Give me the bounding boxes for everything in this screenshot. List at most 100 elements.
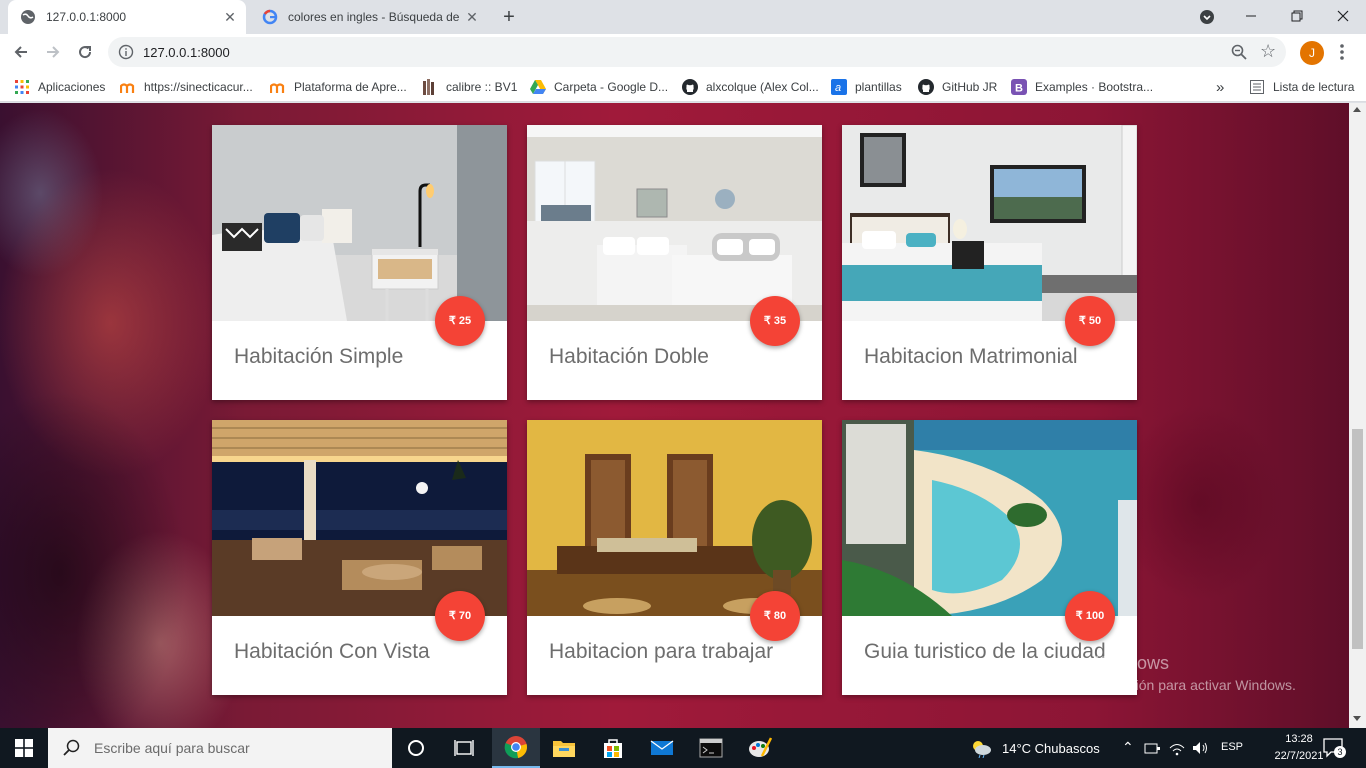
reading-list-button[interactable]: Lista de lectura: [1249, 76, 1354, 98]
back-icon[interactable]: [8, 39, 34, 65]
room-card[interactable]: ₹ 25 Habitación Simple: [212, 125, 507, 400]
weather-cloud-icon[interactable]: [970, 738, 992, 759]
room-title[interactable]: Habitación Doble: [549, 345, 709, 369]
forward-icon[interactable]: [40, 39, 66, 65]
tab-strip: 127.0.0.1:8000 ✕ colores en ingles - Bús…: [0, 0, 1366, 34]
bookmark-bootstrap[interactable]: B Examples · Bootstra...: [1011, 76, 1153, 98]
wifi-icon[interactable]: [1168, 740, 1186, 756]
bookmark-apps[interactable]: Aplicaciones: [14, 76, 105, 98]
terminal-icon[interactable]: [687, 728, 735, 768]
profile-avatar[interactable]: J: [1300, 41, 1324, 65]
reload-icon[interactable]: [72, 39, 98, 65]
room-card[interactable]: ₹ 80 Habitacion para trabajar: [527, 420, 822, 695]
bookmark-label: calibre :: BV1: [446, 80, 518, 94]
mail-icon[interactable]: [638, 728, 686, 768]
bootstrap-icon: B: [1011, 79, 1027, 95]
vertical-scrollbar[interactable]: [1349, 103, 1366, 728]
bookmark-label: alxcolque (Alex Col...: [706, 80, 819, 94]
price-badge: ₹ 70: [435, 591, 485, 641]
room-card[interactable]: ₹ 35 Habitación Doble: [527, 125, 822, 400]
svg-text:a: a: [835, 82, 841, 94]
scroll-up-arrow-icon[interactable]: [1353, 107, 1361, 112]
room-title[interactable]: Habitacion Matrimonial: [864, 345, 1078, 369]
room-card[interactable]: ₹ 50 Habitacion Matrimonial: [842, 125, 1137, 400]
taskbar-search-box[interactable]: Escribe aquí para buscar: [48, 728, 392, 768]
tab-google-search[interactable]: colores en ingles - Búsqueda de Google ✕: [250, 0, 488, 34]
minimize-icon[interactable]: [1228, 0, 1274, 32]
tab-title: 127.0.0.1:8000: [46, 10, 127, 24]
url-text: 127.0.0.1:8000: [143, 45, 230, 60]
search-placeholder: Escribe aquí para buscar: [94, 740, 250, 756]
paint-icon[interactable]: [736, 728, 784, 768]
bookmark-google-drive[interactable]: Carpeta - Google D...: [530, 76, 668, 98]
google-drive-icon: [530, 79, 546, 95]
bookmark-calibre[interactable]: calibre :: BV1: [422, 76, 517, 98]
github-icon: [682, 79, 698, 95]
tab-title: colores en ingles - Búsqueda de Google: [288, 10, 462, 24]
reading-list-icon: [1249, 79, 1265, 95]
room-photo-double: [527, 125, 822, 321]
bookmark-label: Carpeta - Google D...: [554, 80, 669, 94]
new-tab-button[interactable]: +: [496, 5, 522, 29]
room-title[interactable]: Habitación Con Vista: [234, 640, 430, 664]
room-photo-work: [527, 420, 822, 616]
system-clock[interactable]: 13:28 22/7/2021: [1270, 731, 1328, 765]
close-tab-icon[interactable]: ✕: [220, 7, 240, 27]
windows-taskbar: Escribe aquí para buscar 14°C Chubascos …: [0, 728, 1366, 768]
tray-chevron-up-icon[interactable]: ⌃: [1122, 739, 1134, 756]
price-badge: ₹ 80: [750, 591, 800, 641]
menu-kebab-icon[interactable]: [1334, 42, 1350, 62]
globe-icon: [20, 9, 36, 25]
scrollbar-thumb[interactable]: [1352, 429, 1363, 649]
reading-list-label: Lista de lectura: [1273, 80, 1355, 94]
chrome-icon[interactable]: [492, 728, 540, 768]
room-card[interactable]: ₹ 70 Habitación Con Vista: [212, 420, 507, 695]
github-icon: [918, 79, 934, 95]
close-tab-icon[interactable]: ✕: [462, 7, 482, 27]
tab-localhost[interactable]: 127.0.0.1:8000 ✕: [8, 0, 246, 34]
scroll-down-arrow-icon[interactable]: [1353, 716, 1361, 721]
store-icon[interactable]: [589, 728, 637, 768]
bookmark-alxcolque[interactable]: alxcolque (Alex Col...: [682, 76, 819, 98]
cortana-icon[interactable]: [392, 728, 440, 768]
bookmark-sinecticacur[interactable]: https://sinecticacur...: [120, 76, 253, 98]
zoom-icon[interactable]: [1230, 43, 1248, 61]
weather-text[interactable]: 14°C Chubascos: [1002, 741, 1100, 756]
clock-time: 13:28: [1285, 733, 1313, 745]
price-badge: ₹ 25: [435, 296, 485, 346]
restore-icon[interactable]: [1274, 0, 1320, 32]
clock-date: 22/7/2021: [1274, 750, 1324, 762]
google-icon: [262, 9, 278, 25]
network-icon[interactable]: [1144, 740, 1162, 756]
task-view-icon[interactable]: [440, 728, 488, 768]
room-title[interactable]: Habitación Simple: [234, 345, 403, 369]
room-title[interactable]: Habitacion para trabajar: [549, 640, 773, 664]
volume-icon[interactable]: [1192, 740, 1210, 756]
books-icon: [422, 79, 438, 95]
bookmarks-bar: Aplicaciones https://sinecticacur... Pla…: [0, 71, 1366, 102]
start-button[interactable]: [0, 728, 48, 768]
activation-watermark-subtitle: Ve a Configuración para activar Windows.: [1036, 677, 1296, 693]
page-viewport: ₹ 25 Habitación Simple ₹ 35 Habitación D…: [0, 103, 1366, 728]
bookmarks-overflow-button[interactable]: »: [1216, 76, 1224, 98]
bookmark-github-jr[interactable]: GitHub JR: [918, 76, 997, 98]
activation-watermark-title: Activar Windows: [1036, 653, 1170, 673]
bookmark-label: Plataforma de Apre...: [294, 80, 407, 94]
language-indicator[interactable]: ESP: [1221, 741, 1243, 753]
file-explorer-icon[interactable]: [540, 728, 588, 768]
bookmark-label: Aplicaciones: [38, 80, 106, 94]
browser-toolbar: 127.0.0.1:8000 ☆ J: [0, 34, 1366, 71]
bookmark-star-icon[interactable]: ☆: [1260, 41, 1280, 61]
svg-text:B: B: [1015, 83, 1023, 95]
tab-search-icon[interactable]: [1197, 7, 1217, 27]
address-bar[interactable]: 127.0.0.1:8000 ☆: [108, 37, 1286, 67]
room-photo-simple: [212, 125, 507, 321]
bookmark-plataforma[interactable]: Plataforma de Apre...: [270, 76, 407, 98]
notification-center-button[interactable]: 3: [1322, 737, 1346, 759]
template-icon: a: [831, 79, 847, 95]
close-window-icon[interactable]: [1320, 0, 1366, 32]
site-info-icon[interactable]: [118, 44, 134, 60]
apps-grid-icon: [14, 79, 30, 95]
bookmark-plantillas[interactable]: a plantillas: [831, 76, 902, 98]
room-photo-master: [842, 125, 1137, 321]
